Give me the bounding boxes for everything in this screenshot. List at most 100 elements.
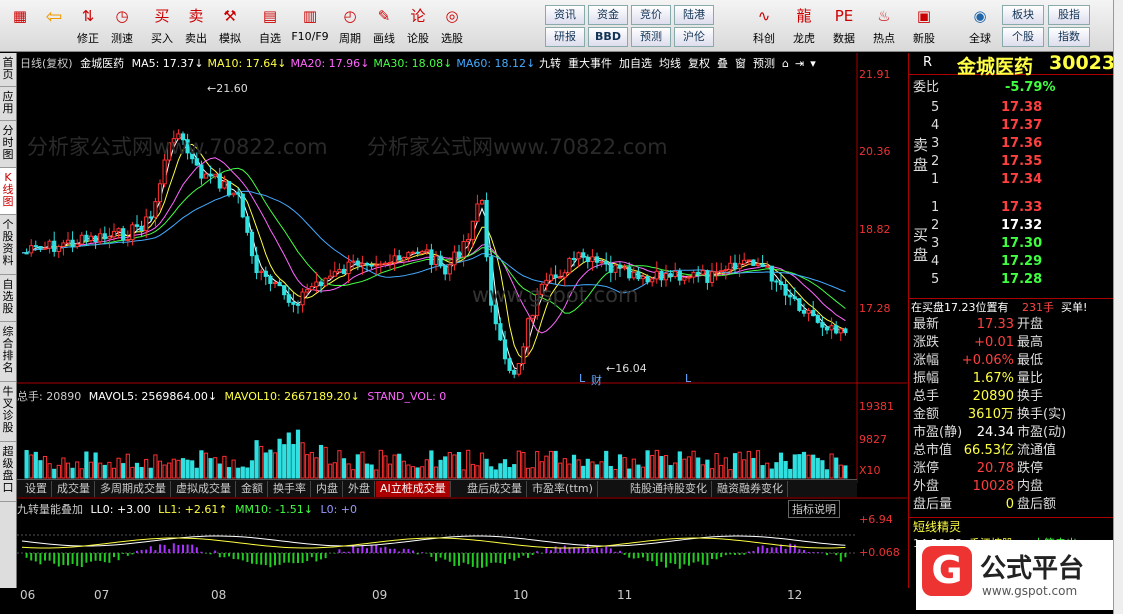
bid-row[interactable]: 1 17.33 (909, 199, 1114, 217)
ma-line (22, 157, 846, 334)
indicator-tab-10[interactable]: 市盈率(ttm) (528, 481, 598, 497)
toolbar-watchlist-button[interactable]: ▤ 自选 (254, 3, 286, 49)
toolbar-small-button[interactable]: 个股 (1002, 27, 1044, 47)
toolbar-updown-button[interactable]: ⇅ 修正 (72, 3, 104, 49)
kline-menu-item[interactable]: 预测 (753, 57, 775, 70)
toolbar-dragon-button[interactable]: 龍龙虎 (786, 3, 822, 49)
kline-menu-item[interactable]: 加自选 (619, 57, 652, 70)
stat-label: 换手(实) (1017, 407, 1067, 422)
bid-row[interactable]: 3 17.30 (909, 235, 1114, 253)
toolbar-small-button[interactable]: 股指 (1048, 5, 1090, 25)
volume-bar (328, 463, 333, 479)
kline-menu-item[interactable]: 均线 (659, 57, 681, 70)
left-tab-1[interactable]: 应用 (0, 87, 16, 121)
window-scrollbar[interactable] (1113, 0, 1123, 614)
toolbar-buy-button[interactable]: 买买入 (146, 3, 178, 49)
candle-body (286, 294, 291, 303)
indicator-tab-8[interactable]: AI立桩成交量 (376, 481, 451, 497)
candle-body (650, 278, 655, 283)
toolbar-small-button[interactable]: 预测 (631, 27, 671, 47)
price-tick: 20.36 (859, 145, 891, 158)
candle-body (512, 369, 517, 375)
toolbar-pencil-button[interactable]: ✎ 画线 (368, 3, 400, 49)
volume-header: 总手: 20890 MAVOL5: 2569864.00↓ MAVOL10: 2… (17, 390, 447, 403)
kline-menu-item[interactable]: 窗 (735, 57, 746, 70)
left-tab-4[interactable]: 个股资料 (0, 215, 16, 275)
indicator-tab-0[interactable]: 设置 (21, 481, 52, 497)
stat-row: 涨停 20.78 跌停 (909, 460, 1114, 478)
kline-menu-item[interactable]: 叠 (717, 57, 728, 70)
kline-menu-item[interactable]: 重大事件 (568, 57, 612, 70)
indicator-tab-5[interactable]: 换手率 (269, 481, 311, 497)
toolbar-small-button[interactable]: 沪伦 (674, 27, 714, 47)
stat-label: 涨跌 (913, 335, 940, 350)
bid-row[interactable]: 2 17.32 (909, 217, 1114, 235)
toolbar-gavel-button[interactable]: ⚒ 模拟 (214, 3, 246, 49)
candle-body (406, 252, 411, 259)
lock-icon[interactable]: ⌂ (782, 57, 789, 70)
kline-menu-item[interactable]: 复权 (688, 57, 710, 70)
toolbar-small-button[interactable]: 资金 (588, 5, 628, 25)
indicator-tab-7[interactable]: 外盘 (344, 481, 375, 497)
left-tab-0[interactable]: 首页 (0, 53, 16, 87)
toolbar-sell-button[interactable]: 卖卖出 (180, 3, 212, 49)
toolbar-pe-button[interactable]: PE 数据 (826, 3, 862, 49)
toolbar-hot-button[interactable]: ♨ 热点 (866, 3, 902, 49)
toolbar-small-button[interactable]: 指数 (1048, 27, 1090, 47)
volume-bar (148, 467, 153, 479)
indicator-tab-6[interactable]: 内盘 (312, 481, 343, 497)
ask-row[interactable]: 3 17.36 (909, 135, 1114, 153)
indicator-tab-3[interactable]: 虚拟成交量 (172, 481, 236, 497)
bid-row[interactable]: 4 17.29 (909, 253, 1114, 271)
toolbar-small-button[interactable]: 研报 (545, 27, 585, 47)
left-tab-2[interactable]: 分时图 (0, 121, 16, 168)
toolbar-newstock-button[interactable]: ▣ 新股 (906, 3, 942, 49)
indicator-tab-2[interactable]: 多周期成交量 (96, 481, 171, 497)
bid-level: 4 (931, 254, 940, 269)
kline-menu-item[interactable]: 九转 (539, 57, 561, 70)
toolbar-discuss-button[interactable]: 论论股 (402, 3, 434, 49)
toolbar-period-button[interactable]: ◴ 周期 (334, 3, 366, 49)
volume-bar (346, 463, 351, 479)
candle-body (378, 263, 383, 266)
indicator-tab-1[interactable]: 成交量 (53, 481, 95, 497)
left-tab-6[interactable]: 综合排名 (0, 322, 16, 382)
dropdown-icon[interactable]: ▾ (810, 57, 816, 70)
indicator-tab-4[interactable]: 金额 (237, 481, 268, 497)
ask-row[interactable]: 5 17.38 (909, 99, 1114, 117)
toolbar-small-button[interactable]: BBD (588, 27, 628, 47)
toolbar-small-button[interactable]: 资讯 (545, 5, 585, 25)
x-axis-label: 07 (94, 588, 110, 602)
toolbar-chart-button[interactable]: ∿ 科创 (746, 3, 782, 49)
toolbar-small-button[interactable]: 竞价 (631, 5, 671, 25)
toolbar-grid-button[interactable]: ▦ (4, 3, 36, 49)
indicator-help-button[interactable]: 指标说明 (788, 500, 840, 518)
ask-row[interactable]: 4 17.37 (909, 117, 1114, 135)
stat-label: 跌停 (1017, 461, 1044, 476)
left-tab-7[interactable]: 牛叉诊股 (0, 382, 16, 442)
ask-row[interactable]: 2 17.35 (909, 153, 1114, 171)
toolbar-button-label: 卖出 (185, 32, 207, 45)
candle-body (254, 255, 259, 274)
volume-bar (374, 469, 379, 479)
candle-body (617, 264, 623, 268)
toolbar-select-button[interactable]: ◎ 选股 (436, 3, 468, 49)
toolbar-clock-button[interactable]: ◷ 测速 (106, 3, 138, 49)
volume-bar (820, 460, 825, 479)
left-tab-5[interactable]: 自选股 (0, 275, 16, 322)
left-tab-3[interactable]: K线图 (0, 168, 16, 215)
indicator-tab-12[interactable]: 融资融券变化 (713, 481, 788, 497)
toolbar-globe-button[interactable]: ◉ 全球 (962, 3, 998, 49)
toolbar-f10-button[interactable]: ▥ F10/F9 (288, 3, 332, 49)
indicator-tab-11[interactable]: 陆股通持股变化 (626, 481, 712, 497)
ask-row[interactable]: 1 17.34 (909, 171, 1114, 189)
expand-icon[interactable]: ⇥ (795, 57, 804, 70)
indicator-tab-9[interactable]: 盘后成交量 (463, 481, 527, 497)
toolbar-small-button[interactable]: 陆港 (674, 5, 714, 25)
toolbar-back-arrow-button[interactable]: ⇦ (38, 3, 70, 49)
bid-row[interactable]: 5 17.28 (909, 271, 1114, 289)
toolbar-small-button[interactable]: 板块 (1002, 5, 1044, 25)
volume-bar (139, 467, 144, 479)
left-tab-8[interactable]: 超级盘口 (0, 442, 16, 502)
stat-label: 总手 (913, 389, 940, 404)
